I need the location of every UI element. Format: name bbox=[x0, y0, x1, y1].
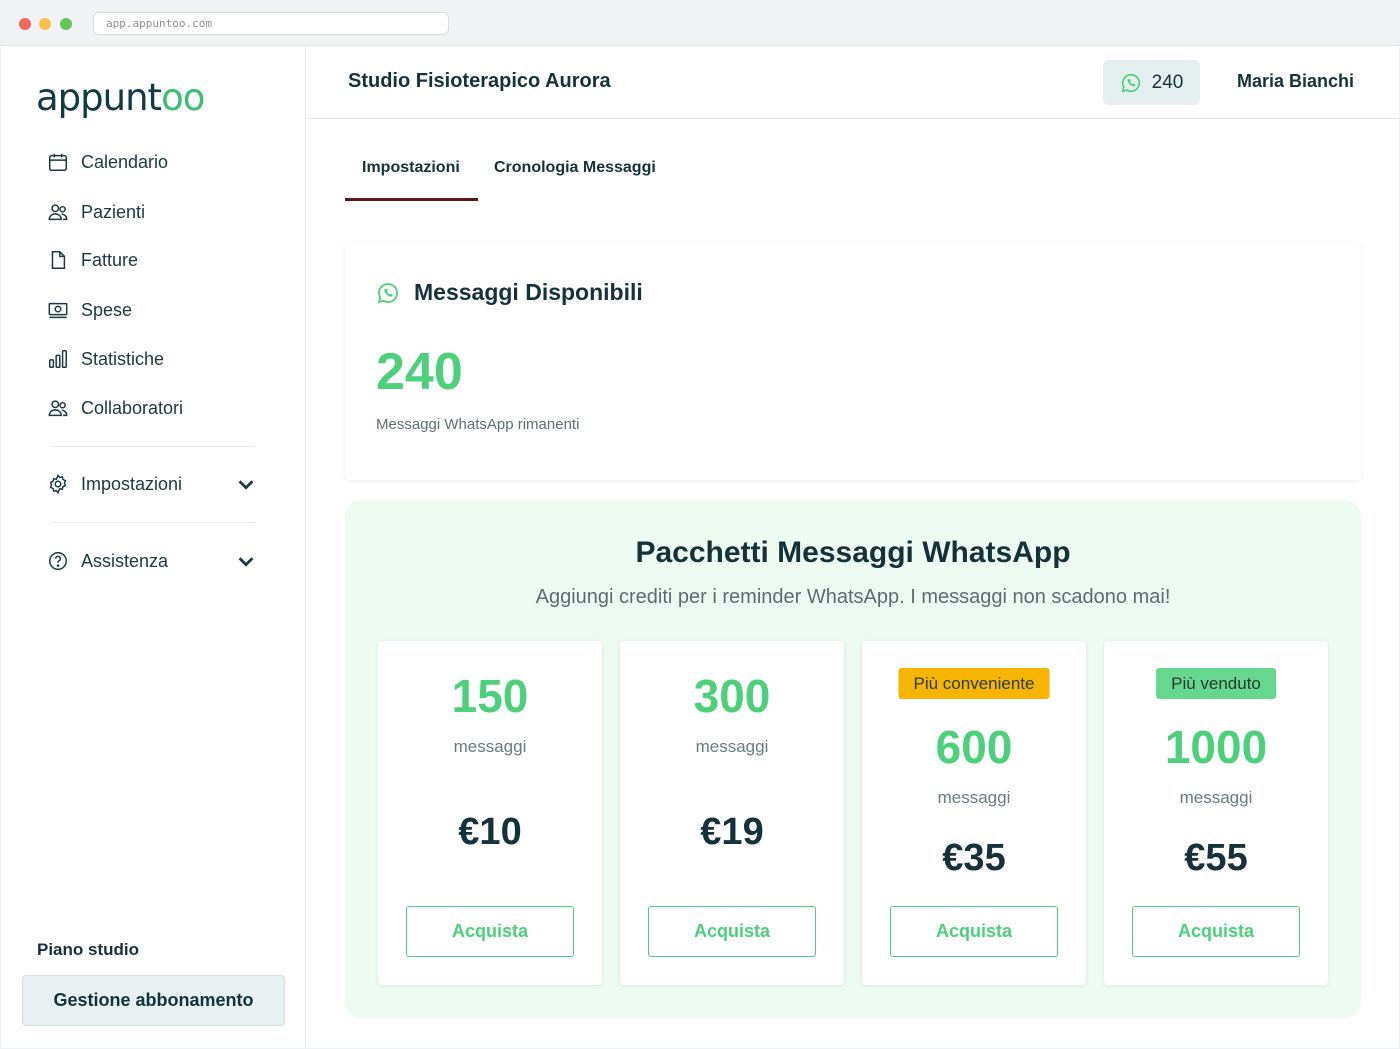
buy-button[interactable]: Acquista bbox=[648, 906, 816, 957]
best-value-badge: Più conveniente bbox=[898, 668, 1050, 699]
app-window: appuntoo Calendario Pazienti Fatture Spe… bbox=[1, 46, 1399, 1048]
sidebar-item-statistiche[interactable]: Statistiche bbox=[47, 344, 164, 374]
sidebar-item-label: Impostazioni bbox=[81, 473, 183, 494]
sidebar-item-label: Collaboratori bbox=[81, 397, 184, 418]
plan-label: Piano studio bbox=[37, 940, 139, 959]
top-header: Studio Fisioterapico Aurora 240 Maria Bi… bbox=[307, 46, 1399, 119]
tab-impostazioni[interactable]: Impostazioni bbox=[362, 159, 460, 177]
sidebar-item-spese[interactable]: Spese bbox=[47, 295, 132, 325]
chevron-down-icon[interactable] bbox=[235, 550, 257, 572]
maximize-window-button[interactable] bbox=[60, 18, 72, 30]
tab-cronologia-messaggi[interactable]: Cronologia Messaggi bbox=[494, 159, 656, 177]
package-card-600: Più conveniente 600 messaggi €35 Acquist… bbox=[862, 641, 1086, 985]
packages-title: Pacchetti Messaggi WhatsApp bbox=[635, 536, 1071, 569]
sidebar-item-calendario[interactable]: Calendario bbox=[47, 147, 168, 177]
sidebar-divider bbox=[51, 522, 255, 523]
whatsapp-icon bbox=[1121, 73, 1140, 92]
sidebar-item-impostazioni[interactable]: Impostazioni bbox=[47, 469, 269, 499]
package-unit: messaggi bbox=[695, 737, 769, 756]
sidebar-item-assistenza[interactable]: Assistenza bbox=[47, 546, 269, 576]
credits-badge[interactable]: 240 bbox=[1103, 60, 1200, 105]
package-count: 1000 bbox=[1164, 721, 1268, 773]
package-price: €55 bbox=[1184, 837, 1248, 879]
users-icon bbox=[48, 204, 68, 221]
package-price: €19 bbox=[700, 811, 764, 853]
sidebar-item-fatture[interactable]: Fatture bbox=[47, 245, 138, 275]
available-messages-subtitle: Messaggi WhatsApp rimanenti bbox=[376, 416, 580, 433]
appuntoo-logo[interactable]: appuntoo bbox=[36, 76, 205, 119]
user-menu[interactable]: Maria Bianchi bbox=[1237, 71, 1354, 92]
help-icon bbox=[49, 552, 67, 570]
close-window-button[interactable] bbox=[19, 18, 31, 30]
chevron-down-icon[interactable] bbox=[235, 473, 257, 495]
package-price: €10 bbox=[458, 811, 522, 853]
whatsapp-icon bbox=[377, 282, 398, 303]
money-icon bbox=[48, 302, 68, 319]
browser-chrome: app.appuntoo.com bbox=[0, 0, 1400, 46]
sidebar-item-label: Assistenza bbox=[81, 550, 169, 571]
package-count: 150 bbox=[451, 670, 529, 722]
sidebar-item-label: Fatture bbox=[81, 249, 139, 270]
logo-text: appunt bbox=[36, 76, 162, 119]
sidebar-divider bbox=[51, 446, 255, 447]
studio-name: Studio Fisioterapico Aurora bbox=[348, 70, 611, 92]
sidebar: appuntoo Calendario Pazienti Fatture Spe… bbox=[1, 46, 306, 1048]
available-messages-title: Messaggi Disponibili bbox=[414, 279, 643, 305]
sidebar-item-label: Calendario bbox=[81, 151, 169, 172]
package-unit: messaggi bbox=[937, 788, 1011, 807]
buy-button[interactable]: Acquista bbox=[890, 906, 1058, 957]
address-bar[interactable]: app.appuntoo.com bbox=[93, 12, 449, 35]
document-icon bbox=[51, 251, 66, 269]
logo-text-accent: oo bbox=[161, 76, 205, 119]
users-icon bbox=[48, 400, 68, 417]
package-card-150: 150 messaggi €10 Acquista bbox=[378, 641, 602, 985]
bar-chart-icon bbox=[49, 350, 67, 368]
sidebar-item-label: Spese bbox=[81, 299, 133, 320]
minimize-window-button[interactable] bbox=[39, 18, 51, 30]
available-messages-card: Messaggi Disponibili 240 Messaggi WhatsA… bbox=[345, 242, 1361, 480]
gear-icon bbox=[49, 473, 67, 495]
sidebar-item-label: Pazienti bbox=[81, 201, 146, 222]
buy-button[interactable]: Acquista bbox=[406, 906, 574, 957]
package-card-1000: Più venduto 1000 messaggi €55 Acquista bbox=[1104, 641, 1328, 985]
calendar-icon bbox=[49, 153, 67, 171]
package-unit: messaggi bbox=[1179, 788, 1253, 807]
package-count: 300 bbox=[693, 670, 771, 722]
packages-subtitle: Aggiungi crediti per i reminder WhatsApp… bbox=[535, 586, 1171, 608]
package-price: €35 bbox=[942, 837, 1006, 879]
sidebar-item-pazienti[interactable]: Pazienti bbox=[47, 197, 145, 227]
message-packages-section: Pacchetti Messaggi WhatsApp Aggiungi cre… bbox=[345, 500, 1361, 1018]
active-tab-indicator bbox=[345, 198, 478, 201]
package-card-300: 300 messaggi €19 Acquista bbox=[620, 641, 844, 985]
sidebar-item-collaboratori[interactable]: Collaboratori bbox=[47, 393, 183, 423]
credits-count: 240 bbox=[1151, 71, 1184, 93]
manage-subscription-button[interactable]: Gestione abbonamento bbox=[22, 975, 285, 1026]
sidebar-item-label: Statistiche bbox=[81, 348, 165, 369]
package-count: 600 bbox=[935, 721, 1013, 773]
best-seller-badge: Più venduto bbox=[1156, 668, 1276, 699]
package-unit: messaggi bbox=[453, 737, 527, 756]
available-messages-header: Messaggi Disponibili bbox=[376, 279, 643, 306]
available-messages-count: 240 bbox=[376, 343, 463, 401]
buy-button[interactable]: Acquista bbox=[1132, 906, 1300, 957]
